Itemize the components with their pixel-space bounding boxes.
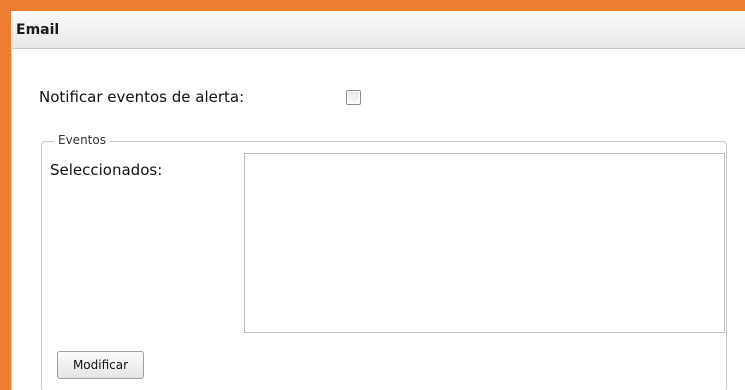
notify-alert-events-checkbox[interactable] xyxy=(346,90,361,105)
events-legend: Eventos xyxy=(54,133,110,147)
orange-highlight-frame: Email Notificar eventos de alerta: Event… xyxy=(0,0,745,390)
email-panel: Email Notificar eventos de alerta: Event… xyxy=(11,11,745,390)
modify-events-button[interactable]: Modificar xyxy=(57,351,144,379)
selected-events-list[interactable] xyxy=(244,153,725,333)
panel-title: Email xyxy=(11,11,745,49)
panel-body: Notificar eventos de alerta: Eventos Sel… xyxy=(11,49,745,390)
notify-alert-events-label: Notificar eventos de alerta: xyxy=(39,88,245,106)
selected-events-label: Seleccionados: xyxy=(50,161,163,179)
